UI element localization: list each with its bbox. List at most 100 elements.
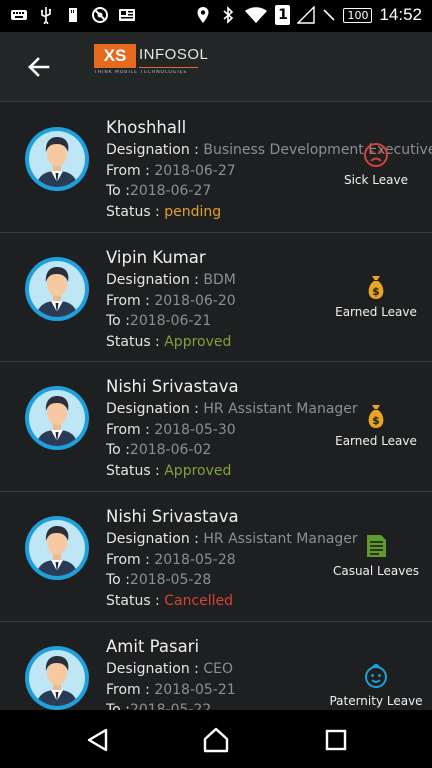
money-bag-icon: $ — [362, 402, 390, 430]
status-label: Status : — [106, 462, 165, 479]
status-value: Approved — [164, 333, 232, 350]
from-date-label: From : — [106, 551, 155, 568]
logo-xs: XS — [94, 44, 136, 68]
from-date-value: 2018-05-30 — [154, 421, 236, 438]
leave-card[interactable]: Vipin Kumar Designation : BDM From : 2018-… — [0, 233, 432, 362]
designation-label: Designation : — [106, 531, 204, 547]
leave-type: Sick Leave — [326, 141, 426, 187]
to-date-label: To : — [106, 183, 130, 199]
baby-face-icon — [362, 662, 390, 690]
logo-divider — [139, 67, 198, 68]
nav-back-button[interactable] — [84, 727, 112, 753]
from-date-value: 2018-05-21 — [154, 681, 236, 698]
leave-type: Casual Leaves — [326, 532, 426, 578]
employee-name: Nishi Srivastava — [106, 507, 239, 526]
status-bar: 1 100 14:52 — [0, 0, 432, 32]
signal-icon — [296, 5, 316, 24]
news-icon — [118, 6, 136, 24]
keyboard-icon — [10, 6, 28, 24]
app-bar: XS INFOSOL THINK MOBILE TECHNOLOGIES — [0, 32, 432, 102]
leave-type-label: Sick Leave — [343, 173, 408, 187]
designation-label: Designation : — [106, 142, 204, 158]
designation-label: Designation : — [106, 661, 204, 677]
leave-type: $ Earned Leave — [326, 402, 426, 448]
designation-label: Designation : — [106, 272, 204, 288]
nav-home-button[interactable] — [202, 727, 230, 753]
employee-avatar — [24, 256, 90, 322]
leave-type-label: Earned Leave — [335, 434, 417, 448]
sim-slot-badge: 1 — [275, 5, 291, 25]
employee-avatar — [24, 126, 90, 192]
home-icon — [203, 727, 229, 753]
status-value: Cancelled — [164, 592, 234, 609]
status-row: Status : Approved — [106, 461, 416, 482]
company-logo: XS INFOSOL THINK MOBILE TECHNOLOGIES — [94, 44, 208, 76]
leave-card[interactable]: Amit Pasari Designation : CEO From : 2018-… — [0, 622, 432, 710]
from-date-value: 2018-06-20 — [154, 292, 236, 309]
logo-tagline: THINK MOBILE TECHNOLOGIES — [94, 70, 188, 75]
leave-list[interactable]: Khoshhall Designation : Business Developm… — [0, 103, 432, 710]
leave-card[interactable]: Khoshhall Designation : Business Developm… — [0, 103, 432, 233]
money-bag-icon: $ — [362, 273, 390, 301]
from-date-label: From : — [106, 292, 155, 309]
wifi-icon — [244, 6, 268, 24]
square-recents-icon — [325, 729, 347, 751]
status-value: pending — [164, 203, 222, 220]
employee-avatar — [24, 645, 90, 710]
back-arrow-icon — [28, 57, 50, 77]
leave-type: Paternity Leave — [326, 662, 426, 708]
bluetooth-icon — [219, 6, 237, 24]
to-date-value: 2018-05-28 — [129, 572, 212, 588]
navigation-bar — [0, 710, 432, 768]
from-date-value: 2018-06-27 — [154, 162, 236, 179]
to-date-value: 2018-05-22 — [129, 702, 212, 710]
leave-card[interactable]: Nishi Srivastava Designation : HR Assista… — [0, 362, 432, 492]
status-label: Status : — [106, 333, 165, 350]
from-date-label: From : — [106, 162, 155, 179]
nav-recents-button[interactable] — [323, 727, 351, 753]
document-icon — [362, 532, 390, 560]
leave-type-label: Paternity Leave — [329, 694, 423, 708]
to-date-label: To : — [106, 702, 130, 710]
sd-card-icon — [64, 6, 82, 24]
status-value: Approved — [164, 462, 232, 479]
employee-name: Amit Pasari — [106, 637, 200, 656]
from-date-label: From : — [106, 421, 155, 438]
employee-avatar — [24, 385, 90, 451]
status-row: Status : pending — [106, 202, 416, 223]
status-row: Status : Approved — [106, 332, 416, 353]
to-date-value: 2018-06-02 — [129, 442, 212, 458]
triangle-back-icon — [87, 728, 108, 752]
usb-icon — [37, 6, 55, 26]
employee-avatar — [24, 515, 90, 581]
to-date-label: To : — [106, 572, 130, 588]
status-row: Status : Cancelled — [106, 591, 416, 612]
from-date-label: From : — [106, 681, 155, 698]
designation-value: CEO — [203, 661, 233, 677]
to-date-value: 2018-06-27 — [129, 183, 212, 199]
svg-text:$: $ — [372, 414, 380, 427]
to-date-value: 2018-06-21 — [129, 313, 212, 329]
to-date-label: To : — [106, 313, 130, 329]
location-icon — [194, 6, 212, 24]
leave-card[interactable]: Nishi Srivastava Designation : HR Assista… — [0, 492, 432, 622]
back-button[interactable] — [22, 52, 56, 82]
no-sim-icon — [322, 6, 336, 24]
leave-type-label: Casual Leaves — [332, 564, 420, 578]
designation-value: BDM — [203, 272, 236, 288]
battery-level: 100 — [343, 7, 373, 23]
clock: 14:52 — [379, 5, 422, 24]
svg-text:$: $ — [372, 285, 380, 298]
status-label: Status : — [106, 592, 165, 609]
to-date-label: To : — [106, 442, 130, 458]
status-label: Status : — [106, 203, 165, 220]
employee-name: Nishi Srivastava — [106, 377, 239, 396]
leave-type-label: Earned Leave — [335, 305, 417, 319]
from-date-value: 2018-05-28 — [154, 551, 236, 568]
sad-face-icon — [362, 141, 390, 169]
employee-name: Vipin Kumar — [106, 248, 206, 267]
leave-type: $ Earned Leave — [326, 273, 426, 319]
blocked-icon — [91, 6, 109, 24]
designation-label: Designation : — [106, 401, 204, 417]
employee-name: Khoshhall — [106, 118, 187, 137]
